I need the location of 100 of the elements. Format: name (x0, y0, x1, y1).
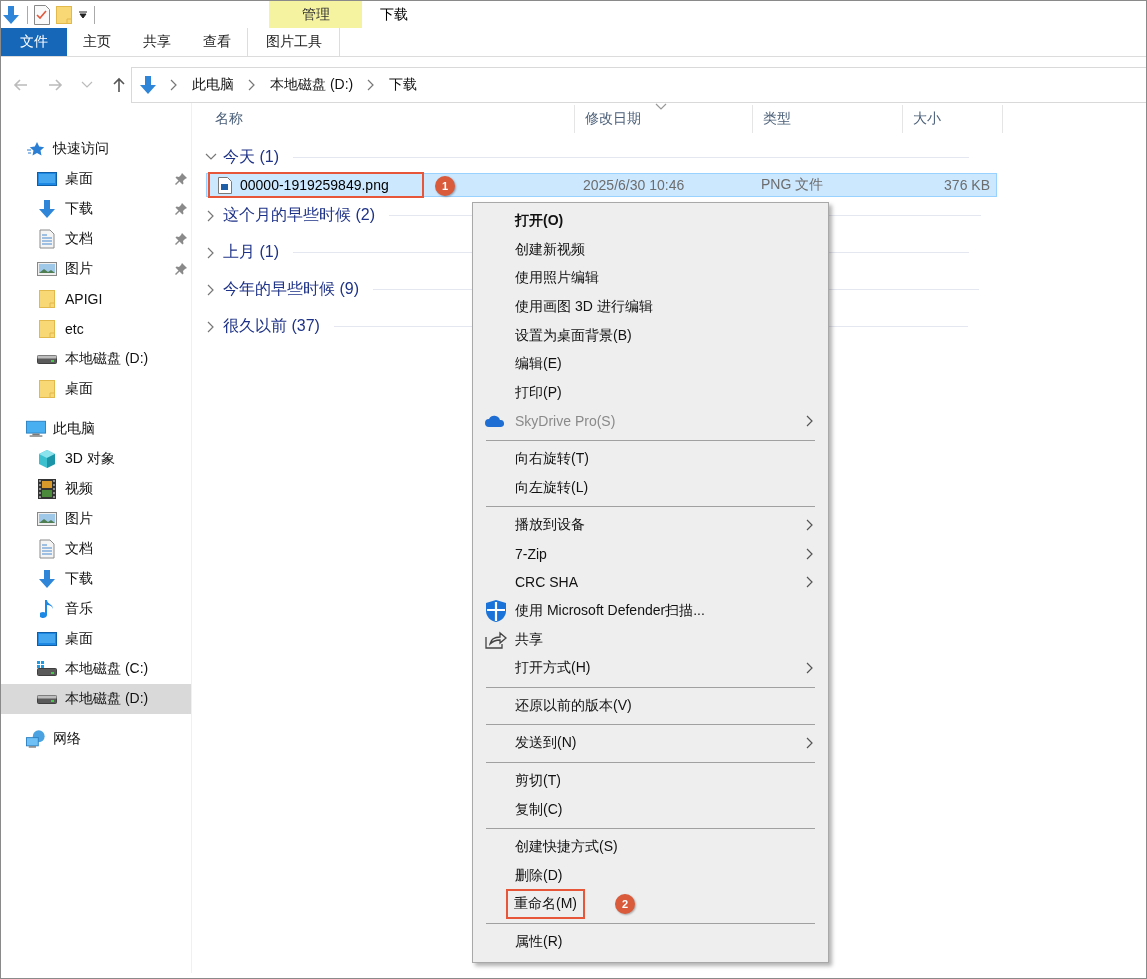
menu-item[interactable]: 设置为桌面背景(B) (515, 324, 632, 347)
drive-icon (37, 353, 57, 365)
shield-icon (485, 599, 507, 623)
window-title: 下载 (380, 4, 408, 24)
group-header[interactable]: 上月 (1) (223, 242, 279, 263)
ribbon-tab[interactable]: 查看 (187, 28, 247, 56)
cloud-icon (485, 414, 505, 429)
sidebar-item[interactable]: APIGI (1, 284, 191, 314)
menu-item[interactable]: CRC SHA (515, 572, 578, 593)
menu-item[interactable]: 创建新视频 (515, 238, 585, 261)
download-arrow-icon (138, 75, 158, 95)
column-header[interactable]: 修改日期 (585, 110, 641, 128)
pin-icon (175, 203, 187, 215)
menu-item[interactable]: 重命名(M) (508, 891, 583, 918)
group-header[interactable]: 今年的早些时候 (9) (223, 279, 359, 300)
menu-item[interactable]: 还原以前的版本(V) (515, 694, 632, 717)
menu-item[interactable]: 共享 (515, 628, 543, 651)
column-header[interactable]: 名称 (215, 110, 243, 128)
document-icon (39, 229, 55, 249)
sidebar-item[interactable]: 音乐 (1, 594, 191, 624)
sidebar-item[interactable]: 网络 (1, 724, 191, 754)
document-icon (39, 539, 55, 559)
pin-icon (175, 233, 187, 245)
breadcrumb-link[interactable]: 下载 (387, 76, 420, 94)
column-header[interactable]: 类型 (763, 110, 791, 128)
up-arrow-icon[interactable] (111, 77, 127, 93)
file-menu-button[interactable]: 文件 (1, 28, 67, 56)
drive-icon (37, 693, 57, 705)
network-icon (26, 729, 46, 749)
file-row[interactable]: 00000-1919259849.png 1 2025/6/30 10:46 PNG 文件 376 KB (206, 173, 997, 197)
download-arrow-icon (37, 199, 57, 219)
sidebar-item[interactable]: 本地磁盘 (D:) (1, 344, 191, 374)
step-badge: 2 (615, 894, 635, 915)
sidebar-item[interactable]: 快速访问 (1, 134, 191, 164)
menu-item[interactable]: 使用 Microsoft Defender扫描... (515, 600, 705, 622)
sidebar-item[interactable]: 本地磁盘 (C:) (1, 654, 191, 684)
ribbon-tab[interactable]: 主页 (67, 28, 127, 56)
group-header[interactable]: 很久以前 (37) (223, 316, 320, 337)
context-tab-label: 管理 (269, 1, 362, 28)
desktop-icon (37, 631, 57, 647)
dropdown-caret-icon[interactable] (78, 10, 88, 19)
folder-icon (39, 319, 55, 339)
folder-icon (39, 289, 55, 309)
file-size: 376 KB (944, 177, 990, 193)
group-header[interactable]: 这个月的早些时候 (2) (223, 205, 375, 226)
sidebar-item[interactable]: 3D 对象 (1, 444, 191, 474)
checklist-icon[interactable] (34, 4, 50, 25)
sidebar-item[interactable]: 桌面 (1, 374, 191, 404)
file-type: PNG 文件 (761, 176, 824, 194)
menu-item[interactable]: 编辑(E) (515, 353, 562, 376)
menu-item[interactable]: 使用画图 3D 进行编辑 (515, 296, 653, 319)
sidebar-item[interactable]: 此电脑 (1, 414, 191, 444)
sidebar-item[interactable]: 视频 (1, 474, 191, 504)
sidebar-item[interactable]: 文档 (1, 534, 191, 564)
menu-item[interactable]: 7-Zip (515, 543, 547, 564)
pin-icon (175, 173, 187, 185)
sidebar-item[interactable]: 桌面 (1, 164, 191, 194)
menu-item[interactable]: 剪切(T) (515, 770, 561, 792)
ribbon-tab[interactable]: 图片工具 (247, 28, 340, 56)
desktop-icon (37, 171, 57, 187)
star-icon (27, 141, 45, 157)
folder-icon (39, 379, 55, 399)
menu-item[interactable]: 打印(P) (515, 381, 562, 404)
menu-item[interactable]: 向左旋转(L) (515, 476, 589, 499)
breadcrumb-link[interactable]: 本地磁盘 (D:) (268, 76, 356, 94)
sidebar-item[interactable]: 下载 (1, 194, 191, 224)
sidebar-item[interactable]: 图片 (1, 254, 191, 284)
sidebar-item[interactable]: 图片 (1, 504, 191, 534)
modified-date: 2025/6/30 10:46 (583, 177, 685, 193)
picture-icon (37, 511, 57, 527)
ribbon-tab[interactable]: 共享 (127, 28, 187, 56)
group-header[interactable]: 今天 (1) (223, 146, 279, 168)
column-header[interactable]: 大小 (913, 110, 941, 128)
menu-item[interactable]: 发送到(N) (515, 732, 577, 755)
menu-item[interactable]: 创建快捷方式(S) (515, 836, 618, 859)
download-arrow-icon (1, 4, 21, 25)
sidebar-item[interactable]: etc (1, 314, 191, 344)
menu-item[interactable]: 播放到设备 (515, 514, 585, 537)
image-file-icon (218, 176, 232, 194)
breadcrumb-link[interactable]: 此电脑 (190, 76, 236, 94)
menu-item[interactable]: 打开(O) (515, 210, 564, 233)
menu-item[interactable]: 打开方式(H) (515, 657, 591, 680)
menu-item[interactable]: 向右旋转(T) (515, 448, 589, 471)
drive-icon (37, 661, 57, 677)
sidebar-item[interactable]: 下载 (1, 564, 191, 594)
computer-icon (26, 420, 46, 438)
share-icon (485, 630, 507, 649)
sidebar-item[interactable]: 桌面 (1, 624, 191, 654)
menu-item[interactable]: 删除(D) (515, 864, 563, 887)
menu-item[interactable]: 使用照片编辑 (515, 267, 599, 290)
music-note-icon (40, 599, 54, 619)
download-arrow-icon (37, 569, 57, 589)
sidebar-item[interactable]: 文档 (1, 224, 191, 254)
picture-icon (37, 261, 57, 277)
menu-item[interactable]: 属性(R) (515, 930, 563, 953)
film-icon (38, 479, 56, 499)
menu-item[interactable]: 复制(C) (515, 798, 563, 821)
step-badge: 1 (435, 176, 455, 196)
sidebar-item[interactable]: 本地磁盘 (D:) (1, 684, 191, 714)
cube-icon (37, 449, 57, 469)
